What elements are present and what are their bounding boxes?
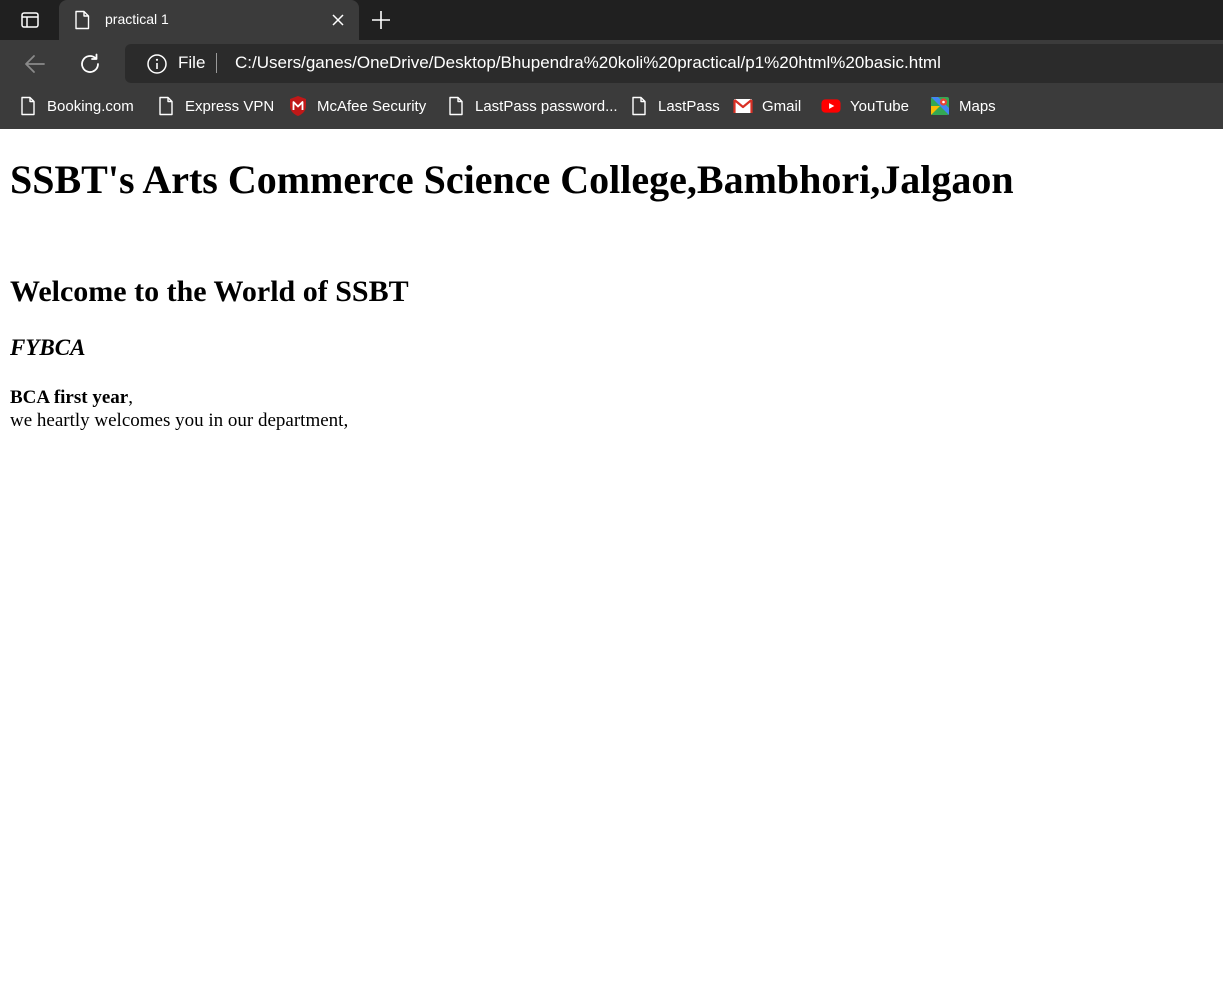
youtube-icon — [821, 95, 841, 117]
tab-actions-button[interactable] — [10, 5, 50, 35]
tab-strip: practical 1 — [0, 0, 1223, 41]
bookmark-label: LastPass password... — [475, 97, 618, 115]
bookmark-express-vpn[interactable]: Express VPN — [156, 94, 274, 118]
welcome-paragraph: we heartly welcomes you in our departmen… — [10, 410, 349, 431]
plus-icon — [372, 11, 390, 29]
tab-actions-icon — [21, 12, 39, 28]
bookmark-label: Gmail — [762, 97, 802, 115]
browser-chrome: practical 1 File C:/Users/ganes/OneDrive… — [0, 0, 1223, 129]
bookmark-label: LastPass — [658, 97, 720, 115]
bookmark-lastpass[interactable]: LastPass — [629, 94, 720, 118]
bookmark-label: McAfee Security — [317, 97, 427, 115]
reload-icon — [81, 53, 99, 73]
bookmark-maps[interactable]: Maps — [930, 94, 996, 118]
back-button[interactable] — [19, 48, 51, 80]
address-bar[interactable]: File C:/Users/ganes/OneDrive/Desktop/Bhu… — [125, 44, 1223, 83]
bookmarks-bar: Booking.com Express VPN McAfee Security … — [0, 90, 1223, 122]
reload-button[interactable] — [74, 48, 106, 80]
bookmark-label: Maps — [959, 97, 996, 115]
bookmark-booking[interactable]: Booking.com — [18, 94, 134, 118]
tab-practical-1[interactable]: practical 1 — [59, 0, 359, 41]
bookmark-mcafee[interactable]: McAfee Security — [288, 94, 426, 118]
page-icon — [629, 95, 649, 117]
gmail-icon — [733, 95, 753, 117]
tab-close-button[interactable] — [328, 10, 348, 30]
scheme-label: File — [178, 53, 206, 72]
close-icon — [332, 14, 344, 26]
page-heading-1: SSBT's Arts Commerce Science College,Bam… — [10, 157, 1014, 202]
tab-title: practical 1 — [105, 11, 169, 27]
page-icon — [156, 95, 176, 117]
bookmark-lastpass-password[interactable]: LastPass password... — [446, 94, 618, 118]
bookmark-youtube[interactable]: YouTube — [821, 94, 909, 118]
bookmark-label: YouTube — [850, 97, 909, 115]
bookmark-label: Express VPN — [185, 97, 275, 115]
bold-suffix: , — [128, 387, 133, 408]
page-icon — [446, 95, 466, 117]
address-separator — [216, 53, 217, 73]
info-icon[interactable] — [146, 53, 168, 75]
bookmark-label: Booking.com — [47, 97, 134, 115]
new-tab-button[interactable] — [368, 7, 394, 33]
mcafee-icon — [288, 95, 308, 117]
maps-icon — [930, 95, 950, 117]
bold-line: BCA first year, — [10, 387, 133, 409]
back-arrow-icon — [25, 55, 45, 73]
bold-text: BCA first year — [10, 387, 129, 408]
page-heading-3: FYBCA — [10, 335, 86, 360]
url-text[interactable]: C:/Users/ganes/OneDrive/Desktop/Bhupendr… — [235, 53, 941, 73]
bookmark-gmail[interactable]: Gmail — [733, 94, 801, 118]
page-icon — [18, 95, 38, 117]
page-icon — [75, 10, 90, 30]
page-heading-2: Welcome to the World of SSBT — [10, 275, 409, 308]
